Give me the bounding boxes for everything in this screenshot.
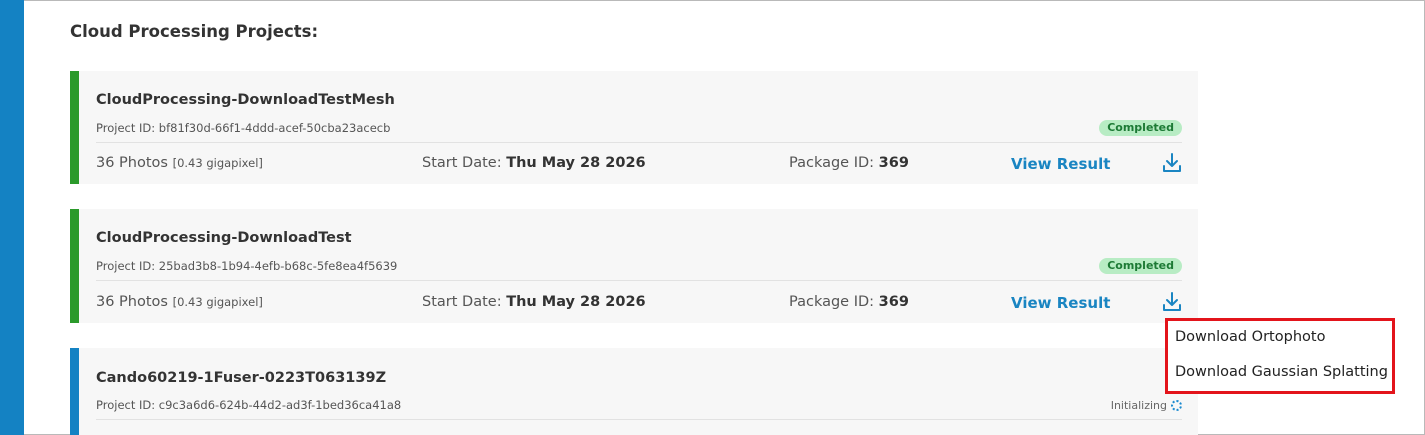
start-date-value: Thu May 28 2026 bbox=[506, 294, 646, 310]
project-card: Cando60219-1Fuser-0223T063139Z Project I… bbox=[70, 348, 1198, 435]
project-id-label: Project ID: bbox=[96, 398, 156, 412]
download-menu: Download Ortophoto Download Gaussian Spl… bbox=[1165, 318, 1395, 394]
status-badge: Completed bbox=[1099, 258, 1182, 274]
photo-count: 36 Photos [0.43 gigapixel] bbox=[96, 294, 263, 310]
project-name: CloudProcessing-DownloadTestMesh bbox=[96, 92, 395, 108]
gigapixel-value: [0.43 gigapixel] bbox=[172, 295, 263, 309]
package-id-value: 369 bbox=[878, 294, 909, 310]
start-date-label: Start Date: bbox=[422, 294, 502, 310]
status-accent-bar bbox=[70, 209, 79, 323]
status-accent-bar bbox=[70, 348, 79, 435]
project-id-label: Project ID: bbox=[96, 259, 156, 273]
status-badge: Completed bbox=[1099, 120, 1182, 136]
divider bbox=[96, 142, 1182, 143]
loading-spinner-icon bbox=[1171, 400, 1182, 411]
project-card: CloudProcessing-DownloadTest Project ID:… bbox=[70, 209, 1198, 323]
start-date: Start Date: Thu May 28 2026 bbox=[422, 155, 646, 171]
start-date: Start Date: Thu May 28 2026 bbox=[422, 294, 646, 310]
view-result-link[interactable]: View Result bbox=[1011, 155, 1110, 173]
section-title: Cloud Processing Projects: bbox=[70, 22, 319, 41]
package-id-label: Package ID: bbox=[789, 155, 875, 171]
photo-count-value: 36 Photos bbox=[96, 155, 168, 171]
package-id: Package ID: 369 bbox=[789, 155, 909, 171]
project-id-value: 25bad3b8-1b94-4efb-b68c-5fe8ea4f5639 bbox=[158, 259, 398, 273]
sidebar-strip bbox=[0, 0, 24, 435]
view-result-link[interactable]: View Result bbox=[1011, 294, 1110, 312]
photo-count-value: 36 Photos bbox=[96, 294, 168, 310]
project-id-value: bf81f30d-66f1-4ddd-acef-50cba23acecb bbox=[158, 121, 391, 135]
divider bbox=[96, 419, 1182, 420]
start-date-value: Thu May 28 2026 bbox=[506, 155, 646, 171]
project-id: Project ID: bf81f30d-66f1-4ddd-acef-50cb… bbox=[96, 121, 390, 135]
package-id-label: Package ID: bbox=[789, 294, 875, 310]
package-id: Package ID: 369 bbox=[789, 294, 909, 310]
status-text: Initializing bbox=[1110, 399, 1167, 412]
download-ortophoto-item[interactable]: Download Ortophoto bbox=[1175, 329, 1325, 345]
project-id-label: Project ID: bbox=[96, 121, 156, 135]
project-info-row: 36 Photos [0.43 gigapixel] Start Date: T… bbox=[96, 152, 1182, 178]
project-id: Project ID: 25bad3b8-1b94-4efb-b68c-5fe8… bbox=[96, 259, 397, 273]
project-id: Project ID: c9c3a6d6-624b-44d2-ad3f-1bed… bbox=[96, 398, 401, 412]
download-icon[interactable] bbox=[1162, 152, 1182, 178]
start-date-label: Start Date: bbox=[422, 155, 502, 171]
gigapixel-value: [0.43 gigapixel] bbox=[172, 156, 263, 170]
divider bbox=[96, 280, 1182, 281]
project-info-row: 36 Photos [0.43 gigapixel] Start Date: T… bbox=[96, 291, 1182, 317]
project-name: CloudProcessing-DownloadTest bbox=[96, 230, 352, 246]
project-card: CloudProcessing-DownloadTestMesh Project… bbox=[70, 71, 1198, 184]
download-gaussian-splatting-item[interactable]: Download Gaussian Splatting bbox=[1175, 364, 1388, 380]
project-id-value: c9c3a6d6-624b-44d2-ad3f-1bed36ca41a8 bbox=[158, 398, 402, 412]
status-accent-bar bbox=[70, 71, 79, 184]
project-name: Cando60219-1Fuser-0223T063139Z bbox=[96, 370, 387, 386]
photo-count: 36 Photos [0.43 gigapixel] bbox=[96, 155, 263, 171]
download-icon[interactable] bbox=[1162, 291, 1182, 317]
package-id-value: 369 bbox=[878, 155, 909, 171]
status-initializing: Initializing bbox=[1111, 399, 1182, 412]
